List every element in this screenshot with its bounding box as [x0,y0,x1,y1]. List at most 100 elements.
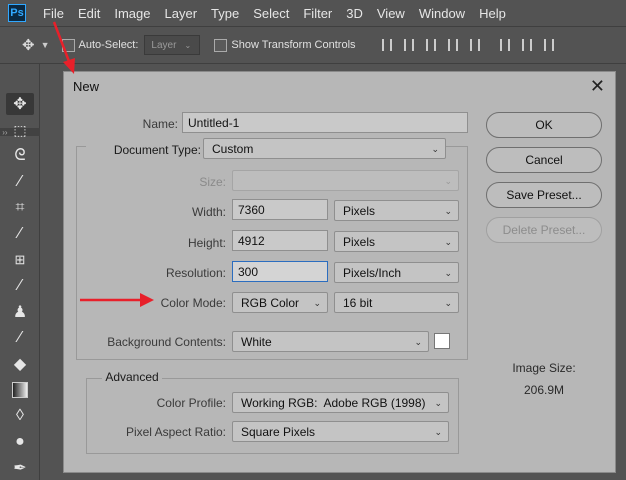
brush-tool-icon[interactable]: ∕ [6,275,34,297]
chevron-down-icon: ⌄ [431,144,439,154]
resolution-input[interactable]: 300 [232,261,328,282]
menu-view[interactable]: View [370,6,412,21]
align-vcenter-icon[interactable] [403,39,414,51]
color-profile-value: Working RGB: Adobe RGB (1998) [241,395,426,410]
height-unit-value: Pixels [343,234,376,249]
auto-select-value: Layer [151,39,177,51]
size-dropdown[interactable]: ⌄ [232,170,459,191]
color-mode-dropdown[interactable]: RGB Color ⌄ [232,292,328,313]
menu-3d[interactable]: 3D [339,6,370,21]
document-type-dropdown[interactable]: Custom ⌄ [203,138,446,159]
color-profile-label: Color Profile: [156,396,226,410]
menu-help[interactable]: Help [472,6,513,21]
height-label: Height: [187,236,226,250]
annotation-arrow-title [52,21,75,74]
name-input[interactable]: Untitled-1 [182,112,468,133]
align-bottom-icon[interactable] [425,39,436,51]
height-input[interactable]: 4912 [232,230,328,251]
chevron-down-icon: ⌄ [444,206,452,216]
menu-bar: Ps File Edit Image Layer Type Select Fil… [0,0,626,26]
lasso-tool-icon[interactable]: ᘓ [6,145,34,167]
size-label: Size: [199,175,226,189]
align-top-icon[interactable] [381,39,392,51]
pixel-aspect-ratio-value: Square Pixels [241,424,316,439]
annotation-arrow-color-mode [80,293,154,307]
background-contents-label: Background Contents: [107,335,226,349]
align-left-icon[interactable] [447,39,458,51]
dodge-tool-icon[interactable]: ● [6,431,34,453]
bit-depth-dropdown[interactable]: 16 bit ⌄ [334,292,459,313]
distribute-center-icon[interactable] [543,39,554,51]
advanced-group [86,378,459,454]
chevron-down-icon: ⌄ [434,427,442,437]
chevron-down-icon: ⌄ [444,268,452,278]
tools-panel: ›› ✥ ⬚ ᘓ ⁄ ⌗ ⁄ ⊞ ∕ ♟ ∕ ◆ ◊ ● ✒ [0,64,40,480]
background-color-swatch[interactable] [434,333,450,349]
menu-layer[interactable]: Layer [158,6,205,21]
chevron-down-icon: ⌄ [434,398,442,408]
gradient-tool-icon[interactable] [6,379,34,401]
align-hcenter-icon[interactable] [469,39,480,51]
distribute-icon[interactable] [521,39,532,51]
delete-preset-button[interactable]: Delete Preset... [486,217,602,243]
resolution-unit-dropdown[interactable]: Pixels/Inch ⌄ [334,262,459,283]
width-unit-dropdown[interactable]: Pixels ⌄ [334,200,459,221]
pixel-aspect-ratio-label: Pixel Aspect Ratio: [125,425,226,439]
ok-button[interactable]: OK [486,112,602,138]
chevron-down-icon: ⌄ [444,298,452,308]
save-preset-button[interactable]: Save Preset... [486,182,602,208]
name-label: Name: [142,117,178,131]
crop-tool-icon[interactable]: ⌗ [6,197,34,219]
menu-select[interactable]: Select [246,6,296,21]
blur-tool-icon[interactable]: ◊ [6,405,34,427]
background-contents-dropdown[interactable]: White ⌄ [232,331,429,352]
chevron-down-icon: ⌄ [313,298,321,308]
new-document-dialog: New ✕ Name: Untitled-1 Document Type: Cu… [63,71,616,473]
bit-depth-value: 16 bit [343,295,373,310]
eyedropper-tool-icon[interactable]: ⁄ [6,223,34,245]
color-mode-value: RGB Color [241,295,300,310]
chevron-down-icon: ⌄ [184,40,192,50]
cancel-button[interactable]: Cancel [486,147,602,173]
background-contents-value: White [241,334,272,349]
options-bar: ✥ ▼ Auto-Select: Layer ⌄ Show Transform C… [0,26,626,64]
move-tool-options-icon[interactable]: ✥ [22,36,35,54]
magic-wand-tool-icon[interactable]: ⁄ [6,171,34,193]
marquee-tool-icon[interactable]: ⬚ [6,119,34,141]
resolution-label: Resolution: [165,266,226,280]
menu-window[interactable]: Window [412,6,472,21]
menu-file[interactable]: File [36,6,71,21]
menu-image[interactable]: Image [107,6,157,21]
move-tool-icon[interactable]: ✥ [6,93,34,115]
photoshop-logo-icon[interactable]: Ps [8,4,26,22]
chevron-down-icon: ⌄ [444,237,452,247]
menu-edit[interactable]: Edit [71,6,107,21]
resolution-unit-value: Pixels/Inch [343,265,402,280]
menu-type[interactable]: Type [204,6,246,21]
advanced-label: Advanced [102,370,162,384]
close-icon[interactable]: ✕ [590,76,605,97]
auto-select-dropdown[interactable]: Layer ⌄ [144,35,201,55]
pixel-aspect-ratio-dropdown[interactable]: Square Pixels ⌄ [232,421,449,442]
width-input[interactable]: 7360 [232,199,328,220]
image-size-value: 206.9M [523,383,565,397]
clone-stamp-tool-icon[interactable]: ♟ [6,301,34,323]
align-right-icon[interactable] [499,39,510,51]
menu-filter[interactable]: Filter [296,6,339,21]
width-label: Width: [191,205,226,219]
color-profile-dropdown[interactable]: Working RGB: Adobe RGB (1998) ⌄ [232,392,449,413]
chevron-down-icon: ⌄ [444,176,452,186]
dialog-title: New [73,79,100,94]
show-transform-checkbox[interactable] [214,38,228,52]
dialog-titlebar[interactable]: New ✕ [64,72,615,100]
history-brush-tool-icon[interactable]: ∕ [6,327,34,349]
width-unit-value: Pixels [343,203,376,218]
height-unit-dropdown[interactable]: Pixels ⌄ [334,231,459,252]
eraser-tool-icon[interactable]: ◆ [6,353,34,375]
document-type-value: Custom [212,141,254,156]
pen-tool-icon[interactable]: ✒ [6,457,34,479]
document-type-label: Document Type: [86,143,204,157]
chevron-down-icon: ⌄ [414,337,422,347]
image-size-label: Image Size: [512,361,576,375]
healing-brush-tool-icon[interactable]: ⊞ [6,249,34,271]
